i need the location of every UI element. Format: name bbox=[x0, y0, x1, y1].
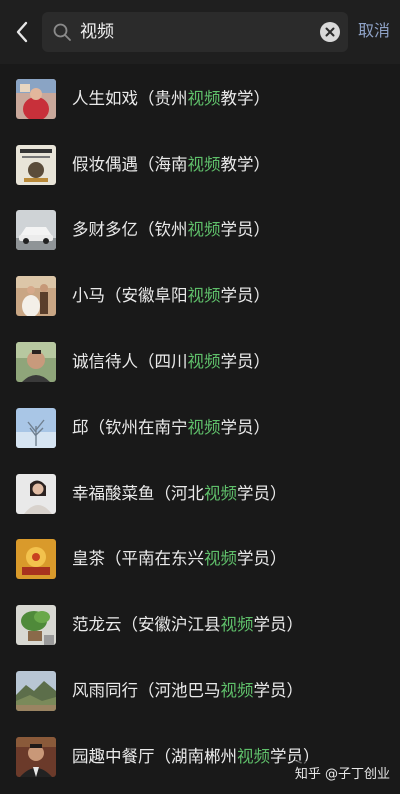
avatar bbox=[16, 210, 56, 251]
list-item[interactable]: 幸福酸菜鱼（河北视频学员） bbox=[0, 461, 400, 527]
name-text: 园趣中餐厅（湖南郴州 bbox=[72, 746, 237, 766]
name-text: 学员） bbox=[253, 615, 304, 635]
match-highlight: 视频 bbox=[220, 615, 254, 635]
name-text: 学员） bbox=[220, 352, 271, 372]
name-text: 学员） bbox=[253, 681, 304, 701]
search-input[interactable]: 视频 bbox=[42, 12, 348, 52]
contact-name: 小马（安徽阜阳视频学员） bbox=[72, 285, 270, 307]
list-item[interactable]: 皇茶（平南在东兴视频学员） bbox=[0, 527, 400, 593]
match-highlight: 视频 bbox=[220, 681, 254, 701]
avatar bbox=[16, 671, 56, 712]
search-query[interactable]: 视频 bbox=[80, 21, 114, 43]
name-text: 学员） bbox=[237, 549, 287, 569]
avatar bbox=[16, 605, 56, 646]
back-button[interactable] bbox=[8, 14, 36, 50]
name-text: 学员） bbox=[237, 483, 287, 503]
contact-name: 范龙云（安徽沪江县视频学员） bbox=[72, 614, 303, 636]
list-item[interactable]: 小马（安徽阜阳视频学员） bbox=[0, 263, 400, 329]
match-highlight: 视频 bbox=[187, 154, 221, 174]
watermark-text: 知乎 @子丁创业 bbox=[294, 767, 390, 782]
contact-name: 园趣中餐厅（湖南郴州视频学员） bbox=[72, 746, 320, 768]
clear-search-button[interactable] bbox=[320, 22, 340, 42]
contact-name: 幸福酸菜鱼（河北视频学员） bbox=[72, 483, 287, 505]
name-text: 皇茶（平南在东兴 bbox=[72, 549, 204, 569]
avatar bbox=[16, 736, 56, 777]
name-text: 人生如戏（贵州 bbox=[72, 88, 188, 108]
avatar bbox=[16, 342, 56, 383]
list-item[interactable]: 诚信待人（四川视频学员） bbox=[0, 329, 400, 395]
match-highlight: 视频 bbox=[187, 417, 221, 437]
avatar bbox=[16, 276, 56, 317]
search-header: 视频 取消 bbox=[0, 0, 400, 64]
chevron-left-icon bbox=[16, 21, 28, 43]
name-text: 教学） bbox=[220, 154, 271, 174]
list-item[interactable]: 多财多亿（钦州视频学员） bbox=[0, 198, 400, 264]
cancel-button[interactable]: 取消 bbox=[358, 20, 390, 42]
name-text: 幸福酸菜鱼（河北 bbox=[72, 483, 204, 503]
contact-name: 皇茶（平南在东兴视频学员） bbox=[72, 548, 287, 570]
match-highlight: 视频 bbox=[187, 220, 221, 240]
watermark: 知乎 @子丁创业 bbox=[292, 761, 392, 784]
avatar bbox=[16, 539, 56, 580]
match-highlight: 视频 bbox=[187, 352, 221, 372]
name-text: 学员） bbox=[220, 417, 271, 437]
list-item[interactable]: 范龙云（安徽沪江县视频学员） bbox=[0, 592, 400, 658]
name-text: 假妆偶遇（海南 bbox=[72, 154, 188, 174]
contact-name: 多财多亿（钦州视频学员） bbox=[72, 219, 270, 241]
contact-name: 诚信待人（四川视频学员） bbox=[72, 351, 270, 373]
name-text: 邱（钦州在南宁 bbox=[72, 417, 188, 437]
name-text: 诚信待人（四川 bbox=[72, 352, 188, 372]
match-highlight: 视频 bbox=[237, 746, 270, 766]
search-icon bbox=[53, 23, 71, 41]
match-highlight: 视频 bbox=[187, 88, 221, 108]
contact-name: 假妆偶遇（海南视频教学） bbox=[72, 154, 270, 176]
avatar bbox=[16, 407, 56, 448]
close-icon bbox=[325, 27, 335, 37]
list-item[interactable]: 人生如戏（贵州视频教学） bbox=[0, 66, 400, 132]
name-text: 范龙云（安徽沪江县 bbox=[72, 615, 221, 635]
name-text: 小马（安徽阜阳 bbox=[72, 286, 188, 306]
avatar bbox=[16, 144, 56, 185]
match-highlight: 视频 bbox=[204, 549, 237, 569]
name-text: 风雨同行（河池巴马 bbox=[72, 681, 221, 701]
contact-name: 风雨同行（河池巴马视频学员） bbox=[72, 680, 303, 702]
match-highlight: 视频 bbox=[204, 483, 237, 503]
list-item[interactable]: 风雨同行（河池巴马视频学员） bbox=[0, 658, 400, 724]
name-text: 多财多亿（钦州 bbox=[72, 220, 188, 240]
name-text: 教学） bbox=[220, 88, 271, 108]
name-text: 学员） bbox=[220, 286, 271, 306]
contact-name: 人生如戏（贵州视频教学） bbox=[72, 88, 270, 110]
list-item[interactable]: 假妆偶遇（海南视频教学） bbox=[0, 132, 400, 198]
avatar bbox=[16, 78, 56, 119]
list-item[interactable]: 邱（钦州在南宁视频学员） bbox=[0, 395, 400, 461]
name-text: 学员） bbox=[220, 220, 271, 240]
contact-name: 邱（钦州在南宁视频学员） bbox=[72, 417, 270, 439]
match-highlight: 视频 bbox=[187, 286, 221, 306]
search-results-list: 人生如戏（贵州视频教学） 假妆偶遇（海南视频教学） 多财多亿（钦州视频学员） 小马（安… bbox=[0, 66, 400, 790]
avatar bbox=[16, 473, 56, 514]
